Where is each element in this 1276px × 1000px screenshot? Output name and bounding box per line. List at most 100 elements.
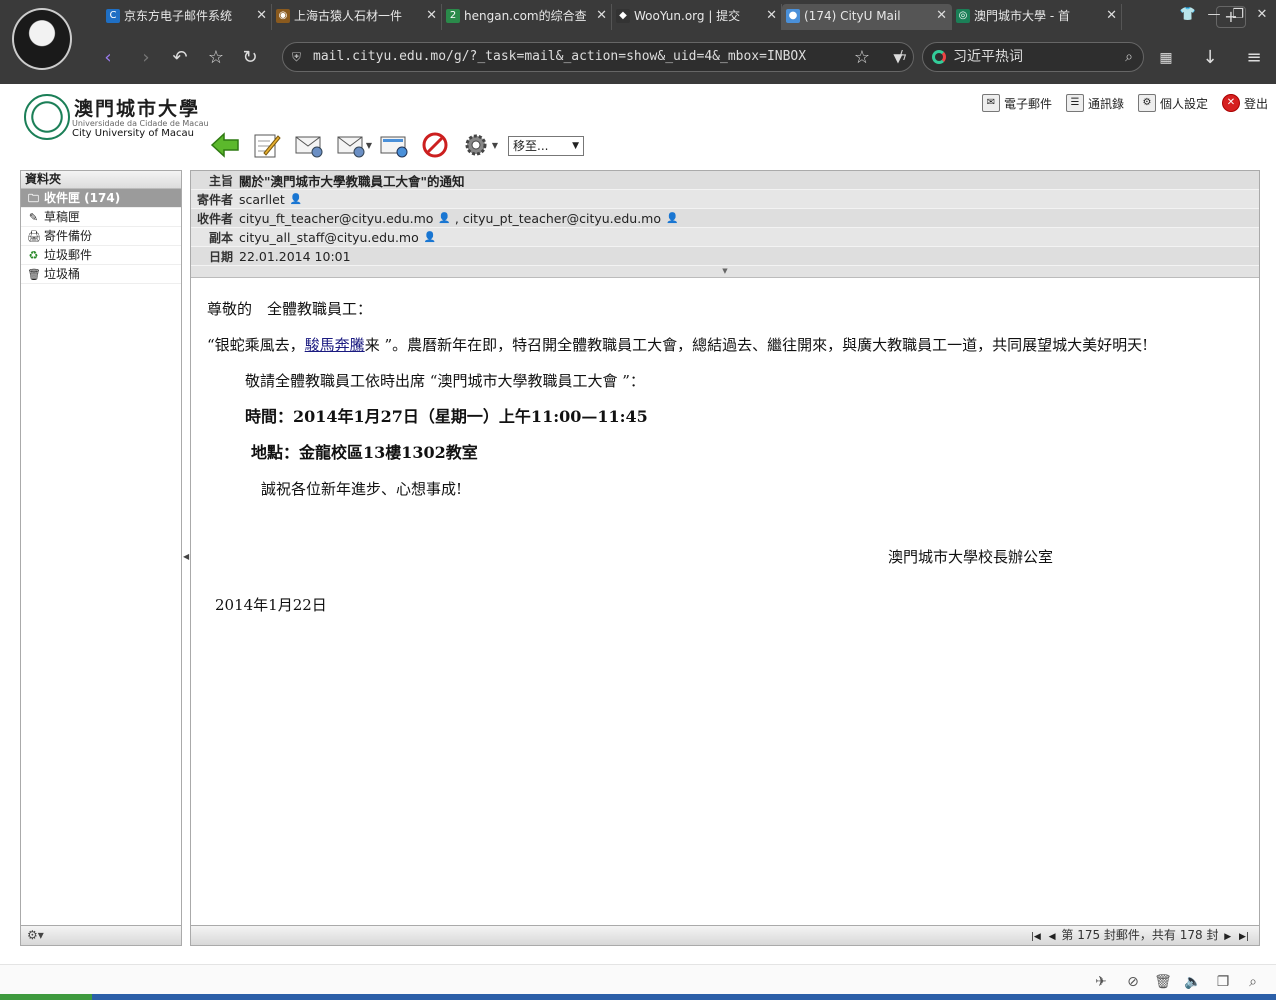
- undo-icon[interactable]: ↶: [168, 46, 192, 70]
- nav-settings[interactable]: ⚙ 個人設定: [1137, 92, 1208, 114]
- tab-close-icon[interactable]: ✕: [596, 4, 607, 28]
- back-to-list-button[interactable]: [210, 131, 244, 161]
- forward-icon[interactable]: ›: [134, 46, 158, 70]
- previous-message-icon[interactable]: ◀: [1049, 932, 1056, 942]
- tab-title: 上海古猿人石材一件: [294, 9, 403, 23]
- body-meeting-time: 時間：2014年1月27日（星期一）上午11:00—11:45: [245, 407, 648, 426]
- reply-button[interactable]: [294, 131, 328, 161]
- delete-button[interactable]: [420, 131, 454, 161]
- browser-tab-4[interactable]: ◆ WooYun.org | 提交 ✕: [612, 4, 782, 30]
- shirt-icon[interactable]: 👕: [1178, 7, 1198, 22]
- dropdown-icon[interactable]: ▼: [886, 46, 910, 70]
- sender-address[interactable]: scarllet: [239, 192, 285, 207]
- search-icon[interactable]: ⌕: [1244, 973, 1262, 991]
- recipient-address[interactable]: cityu_ft_teacher@cityu.edu.mo: [239, 211, 433, 226]
- person-icon[interactable]: 👤: [438, 213, 450, 224]
- browser-tab-3[interactable]: 2 hengan.com的综合查 ✕: [442, 4, 612, 30]
- folder-label: 垃圾郵件: [44, 248, 93, 262]
- nav-mail[interactable]: ✉ 電子郵件: [981, 92, 1052, 114]
- person-icon[interactable]: 👤: [424, 232, 436, 243]
- menu-icon[interactable]: ≡: [1242, 46, 1266, 70]
- restore-icon[interactable]: ❐: [1228, 7, 1248, 22]
- body-link[interactable]: 駿馬奔騰: [305, 336, 365, 354]
- header-label: 寄件者: [196, 192, 233, 207]
- pane-splitter[interactable]: ◀: [183, 552, 189, 561]
- more-actions-dropdown-icon[interactable]: ▼: [492, 141, 498, 150]
- tab-close-icon[interactable]: ✕: [1106, 4, 1117, 28]
- nav-mail-label: 電子郵件: [1003, 96, 1052, 111]
- folder-label: 垃圾桶: [44, 267, 81, 281]
- sidebar-item-inbox[interactable]: 🗀 收件匣 (174): [21, 189, 181, 208]
- university-logo[interactable]: 澳門城市大學 Universidade da Cidade de Macau C…: [24, 94, 209, 140]
- header-label: 收件者: [196, 211, 233, 226]
- pencil-icon: ✎: [28, 210, 39, 224]
- addressbook-icon: ☰: [1065, 94, 1084, 112]
- search-bar[interactable]: 习近平热词 ⌕: [922, 42, 1144, 72]
- nav-addressbook[interactable]: ☰ 通訊錄: [1065, 92, 1124, 114]
- address-bar[interactable]: ⛨ mail.cityu.edu.mo/g/?_task=mail&_actio…: [282, 42, 914, 72]
- url-text: mail.cityu.edu.mo/g/?_task=mail&_action=…: [313, 49, 807, 64]
- accelerate-icon[interactable]: ⊘: [1124, 973, 1142, 991]
- tab-close-icon[interactable]: ✕: [766, 4, 777, 28]
- nav-logout-label: 登出: [1243, 96, 1268, 111]
- header-date-row: 日期 22.01.2014 10:01: [191, 247, 1259, 266]
- logo-english-name: City University of Macau: [72, 128, 194, 139]
- first-message-icon[interactable]: |◀: [1031, 932, 1041, 942]
- browser-tab-5[interactable]: ● (174) CityU Mail ✕: [782, 4, 952, 30]
- back-icon[interactable]: ‹: [96, 46, 120, 70]
- download-icon[interactable]: ↓: [1198, 46, 1222, 70]
- tab-strip: C 京东方电子邮件系统 ✕ ◉ 上海古猿人石材一件 ✕ 2 hengan.com…: [88, 2, 1276, 30]
- minimize-icon[interactable]: —: [1204, 7, 1224, 22]
- sidebar-item-trash[interactable]: 🗑 垃圾桶: [21, 265, 181, 284]
- move-to-select[interactable]: 移至... ▼: [508, 136, 584, 156]
- last-message-icon[interactable]: ▶|: [1239, 932, 1249, 942]
- trash-icon[interactable]: 🗑: [1154, 973, 1172, 991]
- recipient-address[interactable]: cityu_pt_teacher@cityu.edu.mo: [463, 211, 661, 226]
- tab-title: (174) CityU Mail: [804, 9, 901, 23]
- reload-icon[interactable]: ↻: [238, 46, 262, 70]
- sent-icon: 🖨: [27, 229, 41, 243]
- browser-tab-6[interactable]: ◎ 澳門城市大學 - 首 ✕: [952, 4, 1122, 30]
- body-sign-date: 2014年1月22日: [215, 596, 327, 614]
- message-body: 尊敬的 全體教職員工： “银蛇乘風去，駿馬奔騰来 ”。農曆新年在即，特召開全體教…: [191, 278, 1259, 650]
- compose-button[interactable]: [252, 131, 286, 161]
- sidebar-item-sent[interactable]: 🖨 寄件備份: [21, 227, 181, 246]
- reply-all-dropdown-icon[interactable]: ▼: [366, 141, 372, 150]
- nav-logout[interactable]: ✕ 登出: [1221, 92, 1268, 114]
- sidebar-item-drafts[interactable]: ✎ 草稿匣: [21, 208, 181, 227]
- tab-favicon: ◆: [616, 9, 630, 23]
- back-arrow-icon: [210, 132, 239, 158]
- tab-close-icon[interactable]: ✕: [426, 4, 437, 28]
- chevron-down-icon: ▼: [572, 141, 579, 151]
- more-actions-button[interactable]: ▼: [462, 131, 498, 161]
- window-icon[interactable]: ❐: [1214, 973, 1232, 991]
- tab-favicon: 2: [446, 9, 460, 23]
- person-icon[interactable]: 👤: [290, 194, 302, 205]
- forward-button[interactable]: [378, 131, 412, 161]
- close-window-icon[interactable]: ✕: [1252, 7, 1272, 22]
- junk-icon: ♻: [28, 248, 39, 262]
- speaker-icon[interactable]: 🔈: [1184, 973, 1202, 991]
- reply-all-button[interactable]: ▼: [336, 131, 372, 161]
- pin-icon[interactable]: ✈: [1092, 973, 1110, 991]
- folder-options-button[interactable]: ⚙▾: [21, 925, 181, 945]
- expand-headers-icon[interactable]: ▼: [191, 266, 1259, 277]
- sidebar-item-junk[interactable]: ♻ 垃圾郵件: [21, 246, 181, 265]
- person-icon[interactable]: 👤: [666, 213, 678, 224]
- tab-close-icon[interactable]: ✕: [256, 4, 267, 28]
- tab-close-icon[interactable]: ✕: [936, 4, 947, 28]
- bookmark-star-icon[interactable]: ☆: [850, 46, 874, 70]
- browser-tab-2[interactable]: ◉ 上海古猿人石材一件 ✕: [272, 4, 442, 30]
- header-subject-row: 主旨 關於"澳門城市大學教職員工大會"的通知: [191, 171, 1259, 190]
- tab-favicon: ●: [786, 9, 800, 23]
- next-message-icon[interactable]: ▶: [1224, 932, 1231, 942]
- search-icon[interactable]: ⌕: [1125, 43, 1133, 71]
- start-button[interactable]: [0, 994, 92, 1000]
- header-from-row: 寄件者 scarllet 👤: [191, 190, 1259, 209]
- browser-tab-1[interactable]: C 京东方电子邮件系统 ✕: [102, 4, 272, 30]
- tab-title: hengan.com的综合查: [464, 9, 587, 23]
- cc-address[interactable]: cityu_all_staff@cityu.edu.mo: [239, 230, 419, 245]
- star-icon[interactable]: ☆: [204, 46, 228, 70]
- folder-list-title: 資料夾: [21, 171, 181, 189]
- apps-grid-icon[interactable]: ▦: [1154, 46, 1178, 70]
